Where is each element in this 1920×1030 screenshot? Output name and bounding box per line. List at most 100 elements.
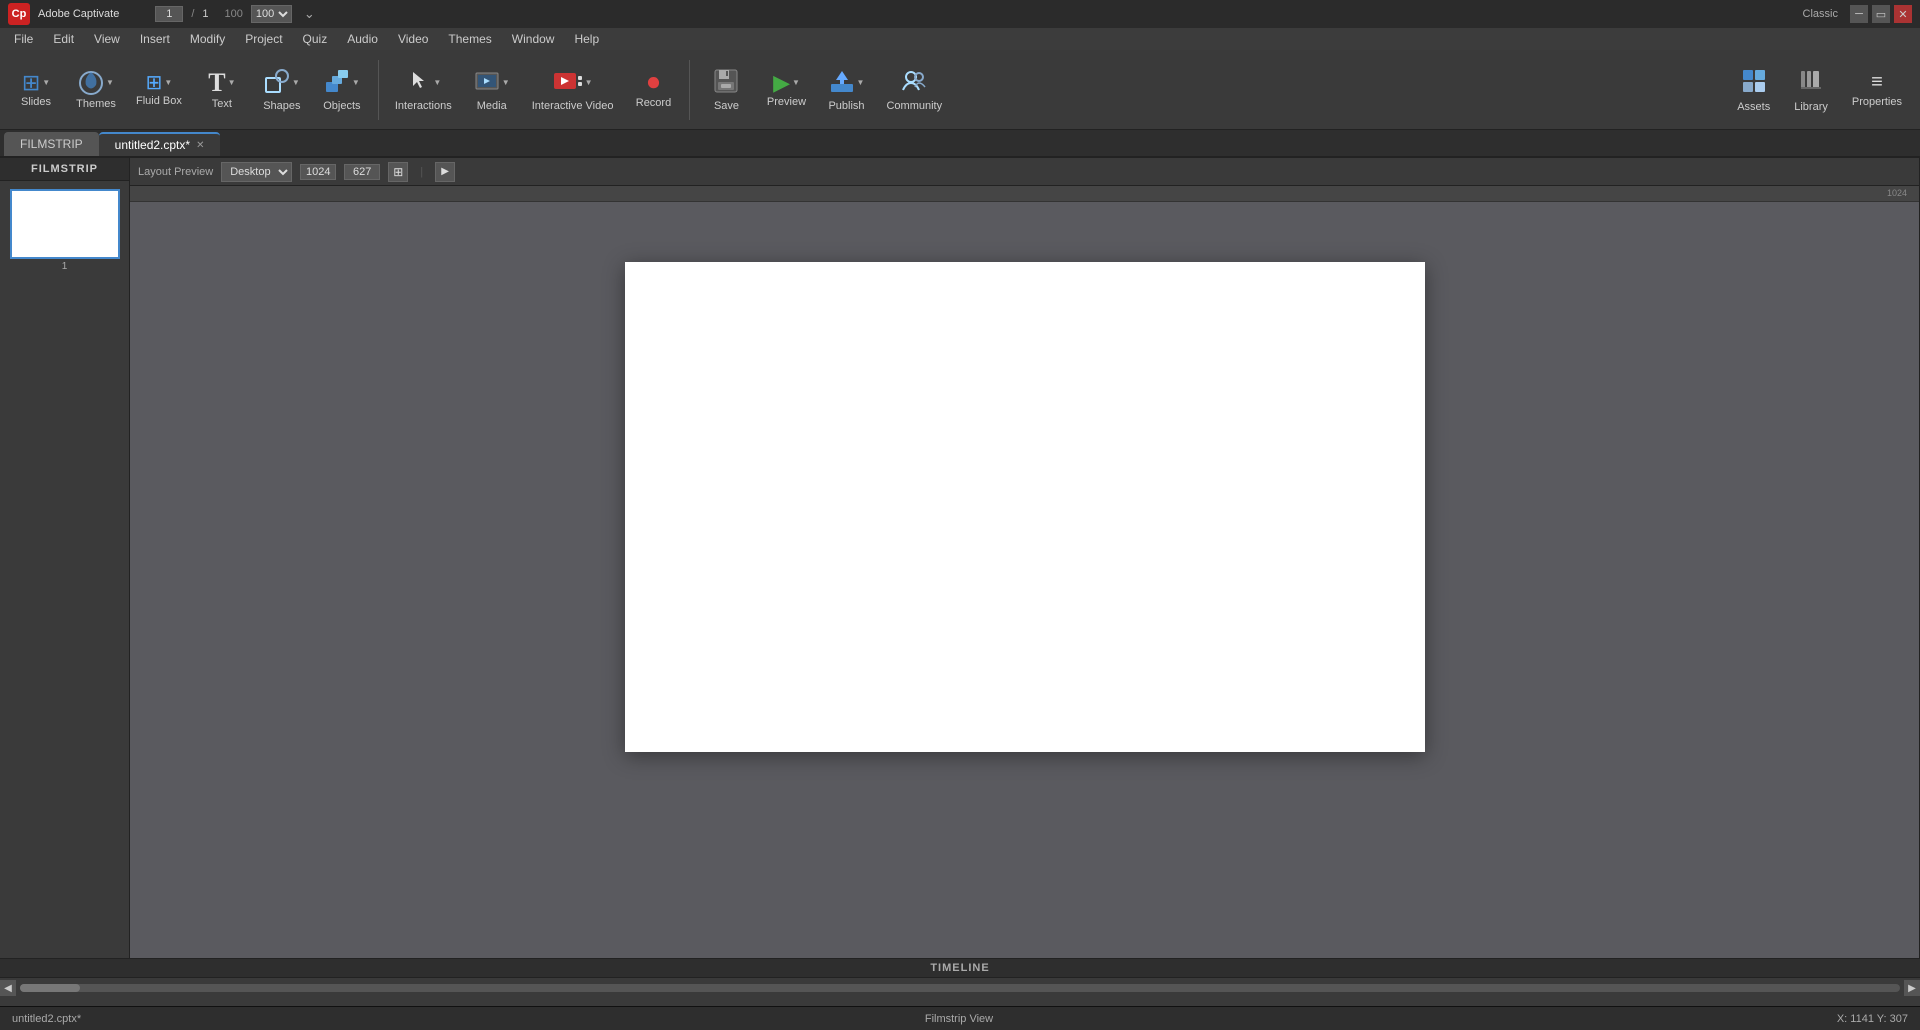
menu-video[interactable]: Video bbox=[388, 30, 438, 48]
interactions-icon bbox=[405, 68, 431, 98]
objects-icon bbox=[324, 68, 350, 98]
interactive-video-label: Interactive Video bbox=[532, 100, 614, 112]
text-label: Text bbox=[212, 98, 232, 110]
preview-label: Preview bbox=[767, 96, 806, 108]
canvas-height-value: 627 bbox=[344, 164, 380, 180]
toolbar-divider-1 bbox=[378, 60, 379, 120]
objects-arrow: ▼ bbox=[352, 78, 360, 87]
interactions-arrow: ▼ bbox=[433, 78, 441, 87]
interactive-video-icon bbox=[553, 68, 583, 98]
filmstrip-tab-label: FILMSTRIP bbox=[20, 137, 83, 151]
slides-icon: ⊞ bbox=[22, 72, 40, 94]
timeline-track[interactable] bbox=[20, 984, 1900, 992]
shapes-icon bbox=[264, 68, 290, 98]
shapes-button[interactable]: ▼ Shapes bbox=[254, 64, 310, 116]
themes-arrow: ▼ bbox=[106, 78, 114, 87]
mode-label: Classic bbox=[1803, 8, 1838, 20]
toolbar-divider-2 bbox=[689, 60, 690, 120]
interactive-video-button[interactable]: ▼ Interactive Video bbox=[524, 64, 622, 116]
minimize-button[interactable]: ─ bbox=[1850, 5, 1868, 23]
slide-1-thumb[interactable] bbox=[10, 189, 120, 259]
slides-button[interactable]: ⊞ ▼ Slides bbox=[8, 68, 64, 112]
timeline-scroll-left[interactable]: ◀ bbox=[0, 980, 16, 996]
close-button[interactable]: ✕ bbox=[1894, 5, 1912, 23]
interactions-label: Interactions bbox=[395, 100, 452, 112]
assets-button[interactable]: Assets bbox=[1727, 63, 1780, 117]
title-bar: Cp Adobe Captivate / 1 100 1007550125150… bbox=[0, 0, 1920, 28]
media-icon bbox=[474, 68, 500, 98]
menu-bar: File Edit View Insert Modify Project Qui… bbox=[0, 28, 1920, 50]
timeline-thumb bbox=[20, 984, 80, 992]
fluid-box-icon: ⊞ bbox=[146, 73, 163, 93]
preview-icon: ▶ bbox=[773, 72, 790, 94]
text-button[interactable]: T ▼ Text bbox=[194, 66, 250, 114]
timeline-scroll: ◀ ▶ bbox=[0, 978, 1920, 998]
library-button[interactable]: Library bbox=[1784, 63, 1838, 117]
filmstrip-header: FILMSTRIP bbox=[0, 158, 129, 181]
menu-edit[interactable]: Edit bbox=[43, 30, 84, 48]
publish-label: Publish bbox=[828, 100, 864, 112]
menu-modify[interactable]: Modify bbox=[180, 30, 235, 48]
canvas-area: Layout Preview Desktop Tablet Mobile 102… bbox=[130, 158, 1919, 958]
menu-quiz[interactable]: Quiz bbox=[293, 30, 338, 48]
record-label: Record bbox=[636, 97, 671, 109]
restore-button[interactable]: ▭ bbox=[1872, 5, 1890, 23]
media-label: Media bbox=[477, 100, 507, 112]
library-icon bbox=[1798, 67, 1824, 99]
filmstrip-panel-tab[interactable]: FILMSTRIP bbox=[4, 132, 99, 156]
interactions-button[interactable]: ▼ Interactions bbox=[387, 64, 460, 116]
community-button[interactable]: Community bbox=[878, 64, 950, 116]
slide-1-container: 1 bbox=[8, 189, 121, 272]
menu-themes[interactable]: Themes bbox=[438, 30, 501, 48]
preview-arrow: ▼ bbox=[792, 78, 800, 87]
fluid-box-arrow: ▼ bbox=[164, 78, 172, 87]
publish-icon bbox=[829, 68, 855, 98]
untitled2-tab[interactable]: untitled2.cptx* ✕ bbox=[99, 132, 221, 156]
slides-label: Slides bbox=[21, 96, 51, 108]
canvas-container[interactable] bbox=[130, 202, 1919, 958]
menu-insert[interactable]: Insert bbox=[130, 30, 180, 48]
preview-button[interactable]: ▶ ▼ Preview bbox=[758, 68, 814, 112]
publish-button[interactable]: ▼ Publish bbox=[818, 64, 874, 116]
menu-project[interactable]: Project bbox=[235, 30, 292, 48]
layout-select[interactable]: Desktop Tablet Mobile bbox=[221, 162, 292, 182]
slides-arrow: ▼ bbox=[42, 78, 50, 87]
save-label: Save bbox=[714, 100, 739, 112]
title-bar-right: Classic ─ ▭ ✕ bbox=[1803, 5, 1912, 23]
save-button[interactable]: Save bbox=[698, 64, 754, 116]
shapes-arrow: ▼ bbox=[292, 78, 300, 87]
objects-button[interactable]: ▼ Objects bbox=[314, 64, 370, 116]
themes-icon bbox=[78, 70, 104, 96]
tab-close-button[interactable]: ✕ bbox=[196, 140, 204, 151]
media-arrow: ▼ bbox=[502, 78, 510, 87]
objects-label: Objects bbox=[323, 100, 360, 112]
record-button[interactable]: ⏺ Record bbox=[625, 67, 681, 113]
title-bar-left: Cp Adobe Captivate / 1 100 1007550125150… bbox=[8, 3, 315, 25]
properties-button[interactable]: ≡ Properties bbox=[1842, 67, 1912, 112]
menu-window[interactable]: Window bbox=[502, 30, 565, 48]
assets-icon bbox=[1741, 67, 1767, 99]
zoom-select[interactable]: 1007550125150 bbox=[251, 5, 292, 23]
community-icon bbox=[901, 68, 927, 98]
record-icon: ⏺ bbox=[647, 71, 659, 95]
layout-preview-label: Layout Preview bbox=[138, 166, 213, 178]
menu-view[interactable]: View bbox=[84, 30, 130, 48]
timeline-scroll-right[interactable]: ▶ bbox=[1904, 980, 1920, 996]
fluid-box-button[interactable]: ⊞ ▼ Fluid Box bbox=[128, 69, 190, 111]
themes-button[interactable]: ▼ Themes bbox=[68, 66, 124, 114]
status-bar: untitled2.cptx* Filmstrip View X: 1141 Y… bbox=[0, 1006, 1920, 1030]
fit-page-button[interactable]: ⊞ bbox=[388, 162, 408, 182]
menu-help[interactable]: Help bbox=[564, 30, 609, 48]
bottom-area: TIMELINE ◀ ▶ bbox=[0, 958, 1920, 1006]
menu-file[interactable]: File bbox=[4, 30, 43, 48]
media-button[interactable]: ▼ Media bbox=[464, 64, 520, 116]
interactive-video-arrow: ▼ bbox=[585, 78, 593, 87]
shapes-label: Shapes bbox=[263, 100, 300, 112]
play-button[interactable]: ▶ bbox=[435, 162, 455, 182]
page-number-input[interactable] bbox=[155, 6, 183, 22]
slide-1-number: 1 bbox=[62, 261, 68, 272]
text-arrow: ▼ bbox=[228, 78, 236, 87]
ruler-x: 1024 bbox=[130, 186, 1919, 202]
app-logo: Cp bbox=[8, 3, 30, 25]
menu-audio[interactable]: Audio bbox=[337, 30, 388, 48]
